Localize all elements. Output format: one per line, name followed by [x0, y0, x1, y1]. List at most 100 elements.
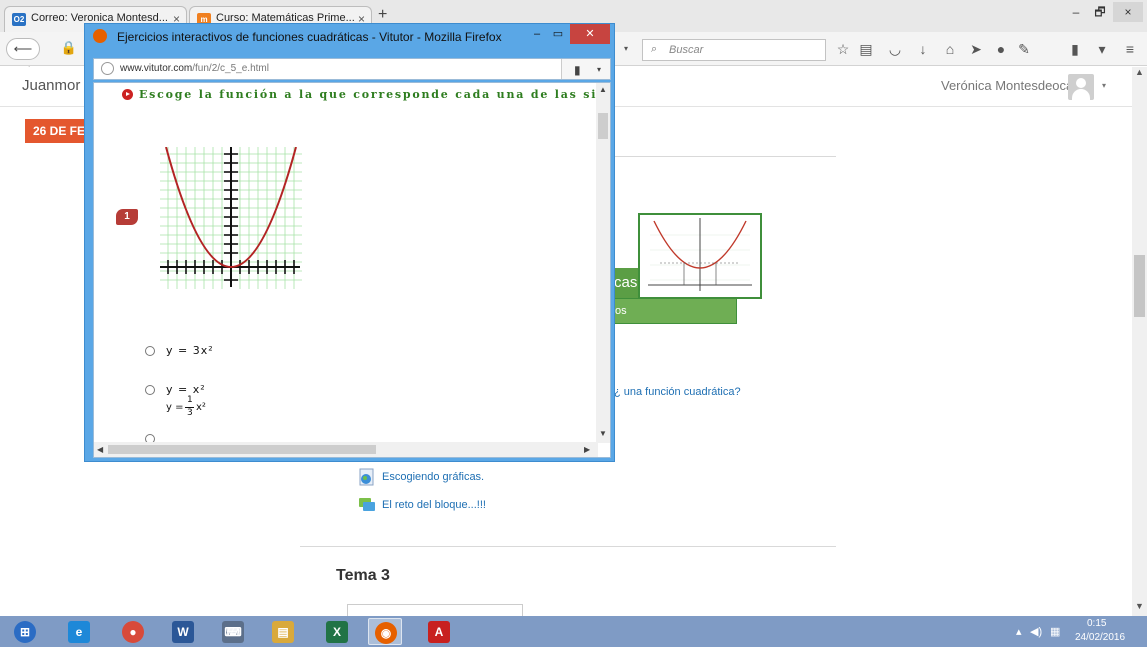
scrollbar-thumb[interactable]	[598, 113, 608, 139]
forum-icon	[359, 498, 375, 511]
question-number-badge: 1	[116, 209, 138, 225]
date-banner: 26 DE FE	[25, 119, 85, 143]
chat-icon[interactable]: ●	[993, 41, 1009, 57]
back-forward-button[interactable]: ⟵ ⟶	[6, 38, 40, 76]
outlook-icon: O2	[12, 13, 26, 26]
send-icon[interactable]: ➤	[968, 41, 984, 57]
taskbar-word[interactable]: W	[166, 618, 200, 645]
parabola-thumbnail-icon	[648, 218, 752, 291]
chrome-icon: ●	[122, 621, 144, 643]
user-name[interactable]: Verónica Montesdeoca	[941, 78, 1073, 93]
search-engine-dropdown[interactable]: ▾	[624, 44, 628, 53]
popup-close-button[interactable]: ✕	[570, 24, 610, 44]
formula-lhs: y =	[166, 402, 184, 413]
close-window-button[interactable]: ×	[1113, 2, 1143, 22]
popup-horizontal-scrollbar[interactable]: ◀ ▶	[94, 442, 598, 457]
acrobat-icon: A	[428, 621, 450, 643]
site-name[interactable]: Juanmor	[22, 77, 80, 94]
globe-activity-icon	[359, 468, 374, 486]
chevron-down-icon[interactable]: ▾	[1102, 81, 1106, 90]
network-icon[interactable]: ▦	[1050, 625, 1060, 638]
taskbar-firefox[interactable]: ◉	[368, 618, 402, 645]
page-scrollbar[interactable]: ▲ ▼	[1132, 67, 1147, 616]
taskbar-acrobat[interactable]: A	[422, 618, 456, 645]
extension-icon[interactable]: ✎	[1016, 41, 1032, 57]
scroll-up-icon[interactable]: ▲	[599, 85, 607, 94]
scrollbar-thumb[interactable]	[108, 445, 376, 454]
fraction-denominator: 3	[187, 408, 193, 418]
home-icon[interactable]: ⌂	[942, 41, 958, 57]
radio-button[interactable]	[145, 385, 155, 395]
excel-icon: X	[326, 621, 348, 643]
windows-icon: ⊞	[14, 621, 36, 643]
popup-url-bar[interactable]: www.vitutor.com/fun/2/c_5_e.html ▮ ▾	[93, 58, 611, 80]
dropdown-icon[interactable]: ▾	[1094, 41, 1110, 57]
activity-label: El reto del bloque...!!!	[382, 499, 486, 511]
question-link[interactable]: ¿ una función cuadrática?	[614, 386, 741, 398]
avatar[interactable]	[1068, 74, 1094, 100]
taskbar-explorer[interactable]: ▤	[266, 618, 300, 645]
maximize-button[interactable]: 🗗	[1085, 2, 1115, 22]
scroll-down-icon[interactable]: ▼	[599, 429, 607, 438]
start-button[interactable]: ⊞	[8, 618, 42, 645]
url-field[interactable]: www.vitutor.com/fun/2/c_5_e.html	[94, 59, 562, 79]
clock-time[interactable]: 0:15	[1087, 618, 1106, 629]
tooltip-popover	[347, 604, 523, 616]
calculator-icon[interactable]: ▮	[1067, 41, 1083, 57]
divider	[614, 156, 836, 157]
course-subtitle: os	[614, 298, 737, 324]
scroll-right-icon[interactable]: ▶	[584, 445, 590, 454]
pocket-icon[interactable]: ◡	[887, 41, 903, 57]
popup-title: Ejercicios interactivos de funciones cua…	[117, 30, 502, 44]
search-icon: ⌕	[651, 43, 658, 55]
identity-icon[interactable]: 🔒	[58, 38, 80, 60]
play-bullet-icon	[122, 89, 133, 100]
fraction-numerator: 1	[187, 395, 193, 405]
scroll-down-icon[interactable]: ▼	[1135, 601, 1144, 611]
calculator-icon[interactable]: ▮	[574, 63, 581, 77]
word-icon: W	[172, 621, 194, 643]
scrollbar-thumb[interactable]	[1134, 255, 1145, 317]
star-icon[interactable]: ☆	[835, 41, 851, 57]
globe-icon	[101, 62, 114, 75]
course-image	[638, 213, 762, 299]
taskbar-excel[interactable]: X	[320, 618, 354, 645]
option-label: y = 3x²	[166, 344, 214, 357]
file-explorer-icon: ▤	[272, 621, 294, 643]
popup-vertical-scrollbar[interactable]: ▲ ▼	[596, 83, 610, 443]
taskbar-ie[interactable]: e	[62, 618, 96, 645]
new-tab-button[interactable]: +	[378, 6, 387, 24]
scroll-up-icon[interactable]: ▲	[1135, 67, 1144, 77]
reading-list-icon[interactable]: ▤	[858, 41, 874, 57]
keyboard-icon: ⌨	[222, 621, 244, 643]
divider	[300, 546, 836, 547]
option-third-x2-formula: y = 1 3 x²	[166, 395, 226, 421]
taskbar-keyboard[interactable]: ⌨	[216, 618, 250, 645]
popup-maximize-button[interactable]: ▭	[548, 24, 568, 44]
popup-window: Ejercicios interactivos de funciones cua…	[84, 23, 615, 462]
section-title: Tema 3	[336, 567, 390, 584]
chevron-down-icon[interactable]: ▾	[597, 65, 601, 74]
url-domain: www.vitutor.com	[120, 63, 193, 74]
course-title-text: cas	[614, 274, 638, 291]
firefox-icon	[93, 29, 107, 43]
parabola-graph	[160, 147, 302, 289]
show-hidden-icons-icon[interactable]: ▴	[1016, 625, 1022, 638]
menu-icon[interactable]: ≡	[1122, 41, 1138, 57]
clock-date[interactable]: 24/02/2016	[1075, 632, 1125, 643]
question-text: Escoge la función a la que corresponde c…	[139, 88, 610, 101]
internet-explorer-icon: e	[68, 621, 90, 643]
volume-icon[interactable]: ◀)	[1030, 625, 1042, 638]
formula-rhs: x²	[196, 402, 206, 413]
taskbar: ⊞ e ● W ⌨ ▤ X ◉ A ▴ ◀) ▦ 0:15 24/02/2016	[0, 616, 1147, 647]
search-input[interactable]: ⌕ Buscar	[642, 39, 826, 61]
scroll-left-icon[interactable]: ◀	[97, 445, 103, 454]
activity-label: Escogiendo gráficas.	[382, 471, 485, 483]
search-placeholder: Buscar	[669, 44, 704, 56]
radio-button[interactable]	[145, 346, 155, 356]
taskbar-chrome[interactable]: ●	[116, 618, 150, 645]
download-icon[interactable]: ↓	[915, 41, 931, 57]
popup-minimize-button[interactable]: –	[527, 24, 547, 44]
course-subtitle-text: os	[615, 305, 627, 317]
firefox-icon: ◉	[375, 622, 397, 644]
